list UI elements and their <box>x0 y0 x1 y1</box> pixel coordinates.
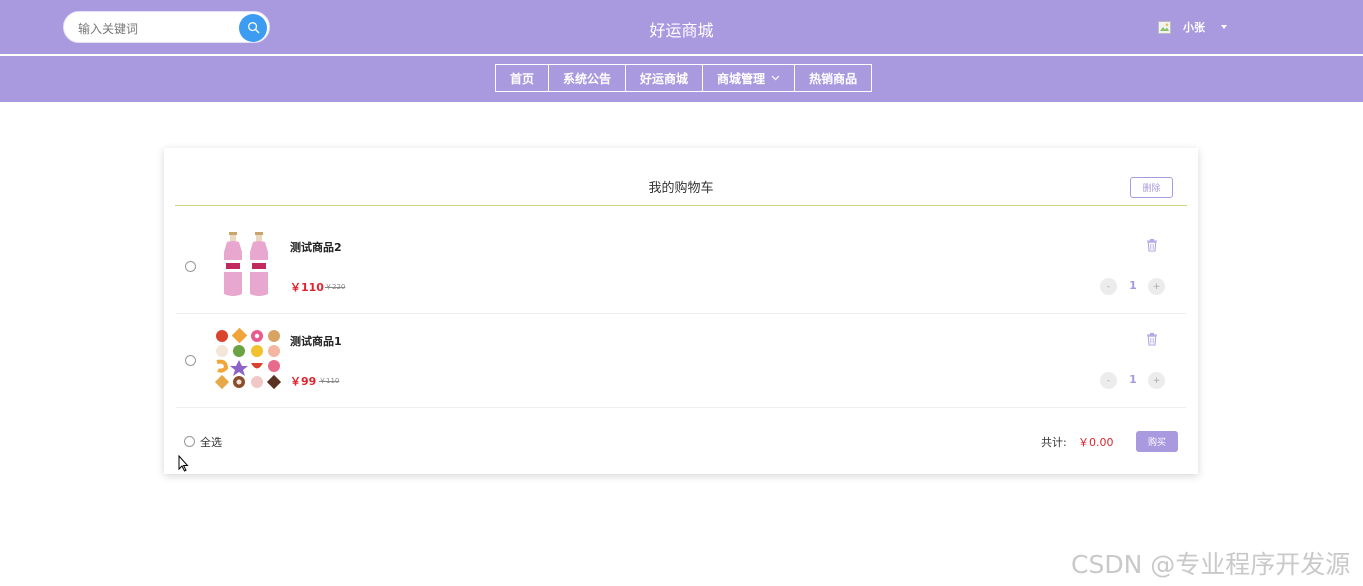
quantity-value: 1 <box>1129 373 1137 386</box>
watermark: CSDN @专业程序开发源 <box>1071 550 1351 579</box>
header-divider <box>0 54 1363 56</box>
nav-item-announcements[interactable]: 系统公告 <box>548 64 627 92</box>
total-label: 共计: <box>1041 436 1067 449</box>
trash-icon[interactable] <box>1145 331 1159 346</box>
product-image <box>214 232 284 300</box>
delete-button[interactable]: 删除 <box>1130 177 1173 198</box>
cart-panel: 我的购物车 删除 测试商品2 ￥110 ￥220 - 1 + 测试商品1 ￥99… <box>164 148 1198 474</box>
username: 小张 <box>1183 21 1205 34</box>
product-name: 测试商品1 <box>290 335 342 348</box>
original-price: ￥220 <box>325 283 346 291</box>
cart-title: 我的购物车 <box>648 181 714 196</box>
decrease-quantity-button[interactable]: - <box>1100 278 1117 295</box>
title-divider <box>175 205 1187 206</box>
cart-item: 测试商品2 ￥110 ￥220 - 1 + <box>176 220 1186 314</box>
product-price: ￥99 <box>290 375 317 388</box>
avatar <box>1158 20 1171 34</box>
cart-item: 测试商品1 ￥99 ￥110 - 1 + <box>176 314 1186 408</box>
nav-label: 好运商城 <box>640 71 689 86</box>
item-select-radio[interactable] <box>185 261 196 272</box>
nav-item-mall-management[interactable]: 商城管理 <box>702 64 796 92</box>
user-menu[interactable]: 小张 <box>1158 19 1227 35</box>
buy-button[interactable]: 购买 <box>1136 431 1178 452</box>
nav-label: 商城管理 <box>717 71 766 86</box>
top-header: 好运商城 小张 首页 系统公告 好运商城 商城管理 热销商品 <box>0 0 1363 102</box>
product-name: 测试商品2 <box>290 241 342 254</box>
item-divider <box>176 407 1186 408</box>
nav-item-mall[interactable]: 好运商城 <box>625 64 704 92</box>
nav-label: 首页 <box>510 71 535 86</box>
quantity-value: 1 <box>1129 279 1137 292</box>
total-value: ￥0.00 <box>1078 436 1114 449</box>
product-price: ￥110 <box>290 281 324 294</box>
original-price: ￥110 <box>319 377 340 385</box>
chevron-down-icon <box>771 75 780 81</box>
caret-down-icon <box>1221 25 1227 29</box>
select-all-label: 全选 <box>200 436 222 449</box>
main-nav: 首页 系统公告 好运商城 商城管理 热销商品 <box>495 64 873 92</box>
product-image <box>214 326 284 394</box>
trash-icon[interactable] <box>1145 237 1159 252</box>
item-select-radio[interactable] <box>185 355 196 366</box>
nav-label: 系统公告 <box>563 71 612 86</box>
nav-item-home[interactable]: 首页 <box>495 64 550 92</box>
increase-quantity-button[interactable]: + <box>1148 278 1165 295</box>
mouse-cursor-icon <box>178 454 189 476</box>
nav-label: 热销商品 <box>809 71 858 86</box>
increase-quantity-button[interactable]: + <box>1148 372 1165 389</box>
select-all-radio[interactable] <box>184 436 195 447</box>
decrease-quantity-button[interactable]: - <box>1100 372 1117 389</box>
nav-item-hot-products[interactable]: 热销商品 <box>794 64 873 92</box>
